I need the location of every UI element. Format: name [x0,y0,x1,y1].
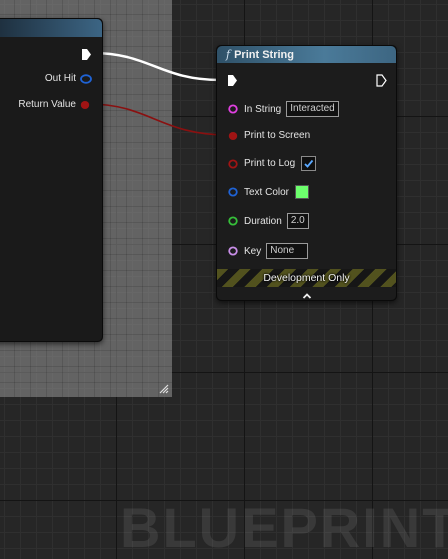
development-only-label: Development Only [263,272,350,284]
struct-pin-icon[interactable] [80,73,92,84]
left-node-exec-out[interactable] [81,48,92,61]
float-pin-icon[interactable] [228,216,238,226]
out-hit-pin-row[interactable]: Out Hit [45,73,92,84]
key-input[interactable]: None [266,243,309,259]
bool-pin-icon[interactable] [228,131,238,141]
bool-pin-icon[interactable] [80,100,90,110]
duration-input[interactable]: 2.0 [286,213,309,229]
name-pin-icon[interactable] [228,246,238,256]
duration-label: Duration [244,215,282,227]
struct-pin-icon[interactable] [228,187,238,197]
string-pin-icon[interactable] [228,104,238,114]
checkmark-icon [304,159,314,168]
duration-pin-row[interactable]: Duration 2.0 [228,213,309,229]
left-node-header[interactable] [0,19,102,37]
chevron-up-icon [302,293,311,299]
bool-pin-icon[interactable] [228,159,238,169]
print-to-screen-label: Print to Screen [244,130,311,141]
exec-out-pin-icon[interactable] [81,48,92,61]
collapse-button[interactable] [217,287,396,300]
exec-in-pin-icon[interactable] [227,74,238,87]
print-to-log-pin-row[interactable]: Print to Log [228,156,317,171]
text-color-label: Text Color [244,186,290,198]
print-to-screen-pin-row[interactable]: Print to Screen [228,130,310,141]
in-string-pin-row[interactable]: In String Interacted [228,101,339,117]
text-color-swatch[interactable] [295,185,310,199]
return-value-label: Return Value [18,99,76,110]
out-hit-label: Out Hit [44,73,76,84]
function-icon: f [226,48,231,61]
print-string-body [217,63,396,300]
node-title: Print String [234,48,294,61]
return-value-wire[interactable] [87,103,229,136]
left-node[interactable]: Out Hit Return Value [0,18,103,342]
key-pin-row[interactable]: Key None [228,243,309,259]
exec-out-pin-icon[interactable] [376,74,387,87]
print-string-node[interactable]: f Print String In String Interacted Prin… [216,45,397,301]
in-string-label: In String [244,103,282,115]
text-color-pin-row[interactable]: Text Color [228,185,310,199]
return-value-pin-row[interactable]: Return Value [18,99,90,110]
print-string-header[interactable]: f Print String [217,46,396,63]
print-to-log-label: Print to Log [244,158,296,169]
print-to-log-checkbox[interactable] [301,156,317,171]
key-label: Key [244,245,262,257]
exec-wire[interactable] [91,51,221,82]
in-string-input[interactable]: Interacted [286,101,339,117]
